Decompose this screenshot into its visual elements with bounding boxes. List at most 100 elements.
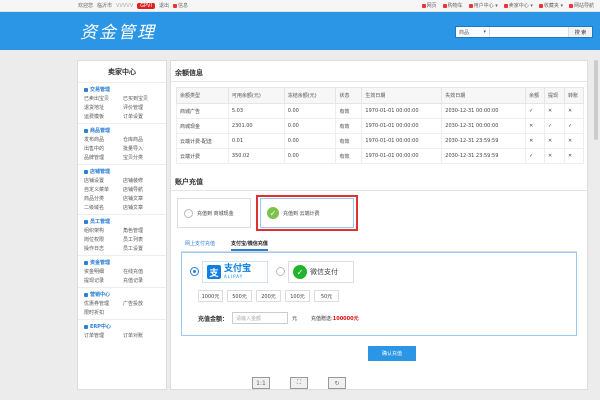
sidebar-item[interactable]: 仓库商品 xyxy=(123,136,162,143)
sidebar-item[interactable]: 员工列表 xyxy=(123,236,162,243)
sidebar-item[interactable]: 在线充值 xyxy=(123,268,162,275)
sidebar-heading-label: 商品管理 xyxy=(90,128,111,134)
cell-status: 有效 xyxy=(335,133,363,149)
sidebar-item[interactable]: 优惠券管理 xyxy=(84,300,123,307)
sidebar-item[interactable]: 操作日志 xyxy=(84,245,123,252)
tab-alipay-wechat[interactable]: 支付宝/微信充值 xyxy=(231,238,268,251)
fit-screen-icon: ⛶ xyxy=(296,379,302,386)
sidebar-item[interactable]: 充值记录 xyxy=(123,277,162,284)
top-link-user-center[interactable]: 用户中心 ▾ xyxy=(468,2,498,9)
cell-frozen: 0.00 xyxy=(283,133,337,149)
sidebar-item[interactable]: 岗位权限 xyxy=(84,236,123,243)
sidebar-heading: 员工管理 xyxy=(84,218,162,225)
section-icon xyxy=(84,292,88,297)
check-icon: ✓ xyxy=(563,118,585,134)
amount-button[interactable]: 1000元 xyxy=(198,290,223,302)
top-link-site-nav[interactable]: 网站导航 xyxy=(568,2,594,9)
cell-type: 云端计费 xyxy=(176,148,229,164)
sidebar-item[interactable]: 店铺文章 xyxy=(123,204,162,211)
store-icon xyxy=(503,3,508,8)
sidebar-item[interactable]: 宝贝分类 xyxy=(123,154,162,161)
sidebar-item[interactable]: 组织架构 xyxy=(84,227,123,234)
amount-options: 1000元 500元 200元 100元 50元 xyxy=(198,290,339,302)
level-badge: GPVI xyxy=(137,2,155,9)
recharge-title: 账户充值 xyxy=(175,178,203,186)
sidebar-item[interactable]: 评价管理 xyxy=(123,104,162,111)
search-input[interactable] xyxy=(490,27,568,37)
check-icon: ✓ xyxy=(525,103,546,119)
sidebar-item[interactable]: 店铺导航 xyxy=(123,186,162,193)
sidebar-heading: 交易管理 xyxy=(84,86,162,93)
sidebar-item[interactable]: 店铺装修 xyxy=(123,177,162,184)
alipay-option[interactable]: 支 支付宝 ALIPAY xyxy=(202,261,268,283)
sidebar-heading-label: 交易管理 xyxy=(90,87,111,93)
sidebar-item[interactable]: 品牌管理 xyxy=(84,154,123,161)
cross-icon: ✕ xyxy=(563,103,585,119)
logout-link[interactable]: 退出 xyxy=(159,2,169,9)
header: 资金管理 商品 ▾ 搜 索 xyxy=(0,12,600,50)
top-link-seller-center[interactable]: 卖家中心 ▾ xyxy=(503,2,533,9)
sidebar-item[interactable]: 批量导入 xyxy=(123,145,162,152)
amount-button[interactable]: 50元 xyxy=(314,290,339,302)
sidebar-item[interactable]: 员工设置 xyxy=(123,245,162,252)
cell-start: 1970-01-01 00:00:00 xyxy=(361,148,443,164)
amount-button[interactable]: 200元 xyxy=(256,290,281,302)
username-link[interactable]: 临沂市 xyxy=(97,2,112,9)
column-header: 提现 xyxy=(544,87,565,104)
tab-online-pay[interactable]: 网上支付充值 xyxy=(185,238,215,251)
sidebar-item[interactable]: 已买到宝贝 xyxy=(123,95,162,102)
top-link-favorites[interactable]: 收藏夹 ▾ xyxy=(538,2,563,9)
home-icon xyxy=(421,3,426,8)
cross-icon: ✕ xyxy=(544,103,565,119)
amount-input[interactable]: 请输入金额 xyxy=(232,312,289,324)
divider xyxy=(171,190,587,191)
cell-end: 2030-12-31 00:00:00 xyxy=(441,118,527,134)
cell-available: 350.02 xyxy=(227,148,285,164)
amount-button[interactable]: 500元 xyxy=(227,290,252,302)
sidebar-item[interactable]: 运费模板 xyxy=(84,113,123,120)
recharge-option-mall-cash[interactable]: 充值到 商城现金 xyxy=(177,198,251,228)
sidebar-item[interactable]: 店铺文章 xyxy=(123,195,162,202)
top-link-cart[interactable]: 购物车 xyxy=(442,2,463,9)
sidebar-heading-label: ERP中心 xyxy=(90,324,111,330)
sidebar-item[interactable]: 店铺设置 xyxy=(84,177,123,184)
sidebar-item[interactable]: 自定义菜单 xyxy=(84,186,123,193)
balance-table: 余额类型 可用余额(元) 冻结余额(元) 状态 生效日期 失效日期 余额 提现 … xyxy=(176,87,585,164)
sidebar-item[interactable]: 出售中的 xyxy=(84,145,123,152)
search-category-select[interactable]: 商品 ▾ xyxy=(456,27,490,37)
amount-unit: 元 xyxy=(292,315,298,322)
top-link-home[interactable]: 网页 xyxy=(421,2,437,9)
sidebar-item[interactable]: 订单设置 xyxy=(123,113,162,120)
sidebar-item[interactable]: 退货地址 xyxy=(84,104,123,111)
radio-unchecked-icon[interactable] xyxy=(276,267,285,276)
sidebar-item[interactable]: 资金明细 xyxy=(84,268,123,275)
radio-selected-icon[interactable] xyxy=(190,267,199,276)
radio-unchecked-icon xyxy=(184,208,193,218)
sidebar-item[interactable]: 限时折扣 xyxy=(84,309,123,316)
fit-screen-button[interactable]: ⛶ xyxy=(290,377,308,389)
sidebar-item[interactable]: 已卖出宝贝 xyxy=(84,95,123,102)
mail-icon xyxy=(172,3,177,8)
amount-button[interactable]: 100元 xyxy=(285,290,310,302)
sidebar-heading: 资金管理 xyxy=(84,259,162,266)
sidebar-item[interactable]: 角色管理 xyxy=(123,227,162,234)
sidebar-item[interactable]: 发布商品 xyxy=(84,136,123,143)
scrollbar[interactable] xyxy=(594,60,598,140)
sidebar-item[interactable]: 订单管理 xyxy=(84,332,123,339)
sidebar-item[interactable]: 商品分类 xyxy=(84,195,123,202)
sidebar-item[interactable]: 二级域名 xyxy=(84,204,123,211)
sidebar-heading: 商品管理 xyxy=(84,127,162,134)
sidebar-item[interactable]: 订单对账 xyxy=(123,332,162,339)
cell-frozen: 0.00 xyxy=(283,148,337,164)
wechat-option[interactable]: ✓ 微信支付 xyxy=(288,261,354,283)
actual-size-button[interactable]: 1:1 xyxy=(252,377,270,389)
balance-title: 余额信息 xyxy=(175,69,203,77)
rotate-button[interactable]: ↻ xyxy=(328,377,346,389)
sidebar-item[interactable]: 广告投放 xyxy=(123,300,162,307)
section-icon xyxy=(84,128,88,133)
confirm-recharge-button[interactable]: 确认充值 xyxy=(368,346,416,361)
top-link-label: 用户中心 xyxy=(473,3,494,9)
messages-link[interactable]: 信息 xyxy=(172,2,188,9)
search-button[interactable]: 搜 索 xyxy=(568,27,592,37)
sidebar-item[interactable]: 提现记录 xyxy=(84,277,123,284)
